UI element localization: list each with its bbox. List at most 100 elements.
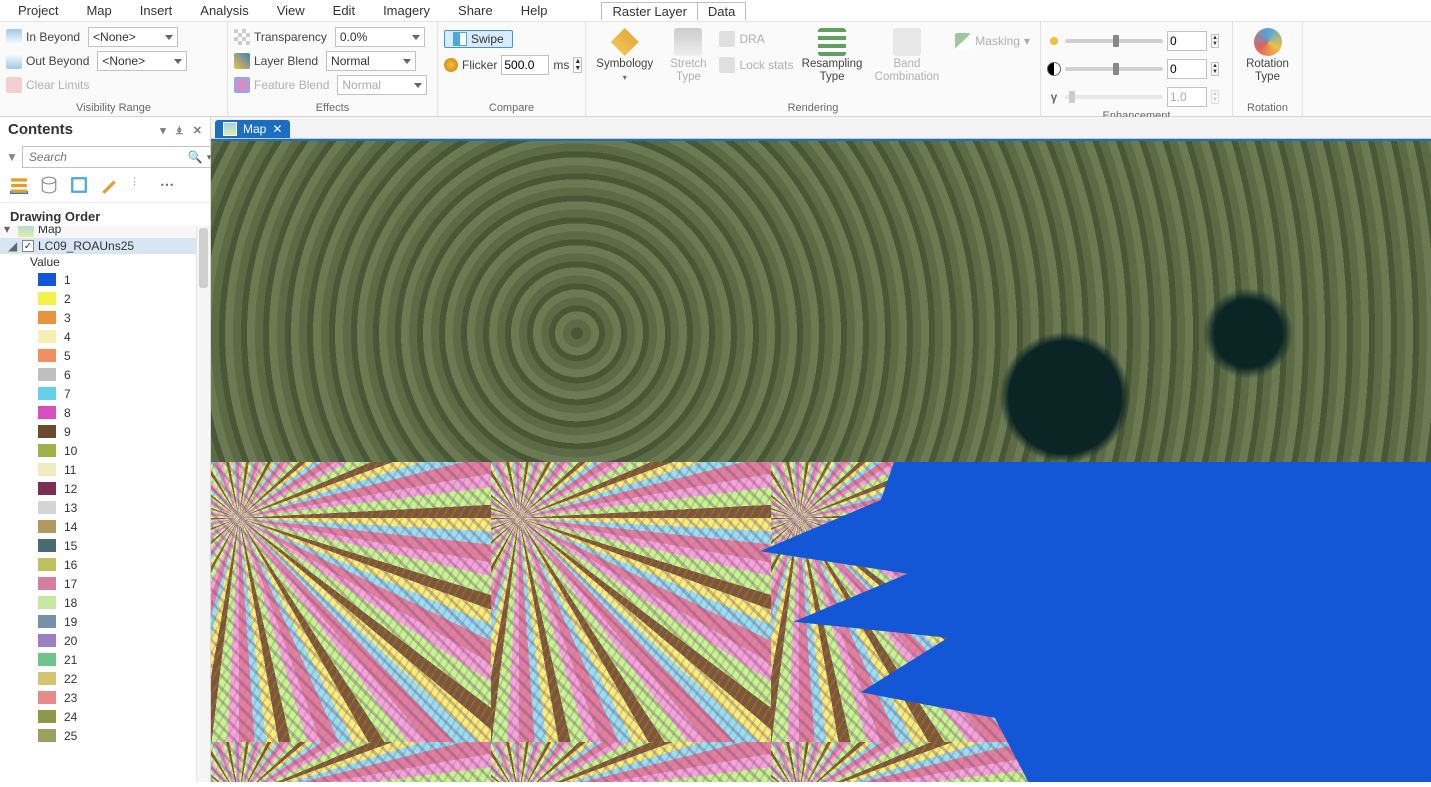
menu-view[interactable]: View [263, 1, 319, 20]
legend-swatch [38, 406, 56, 419]
legend-item[interactable]: 21 [0, 650, 210, 669]
layer-name-label: LC09_ROAUns25 [38, 239, 134, 253]
contrast-slider[interactable] [1065, 67, 1163, 71]
legend-item[interactable]: 19 [0, 612, 210, 631]
collapse-icon[interactable]: ◢ [8, 239, 18, 253]
layer-visibility-checkbox[interactable]: ✓ [22, 240, 34, 252]
context-tab-raster-layer[interactable]: Raster Layer [601, 2, 697, 20]
value-heading: Value [0, 254, 210, 270]
in-beyond-combo[interactable]: <None> [88, 27, 178, 47]
masking-button[interactable]: Masking [975, 34, 1020, 48]
legend-value-label: 23 [64, 691, 77, 705]
menu-project[interactable]: Project [4, 1, 72, 20]
legend-item[interactable]: 25 [0, 726, 210, 745]
symbology-button[interactable]: Symbology ▾ [592, 26, 657, 84]
band-combination-button[interactable]: Band Combination [871, 26, 944, 85]
legend-value-label: 22 [64, 672, 77, 686]
menu-analysis[interactable]: Analysis [186, 1, 262, 20]
swipe-button[interactable]: Swipe [444, 30, 513, 48]
legend-item[interactable]: 20 [0, 631, 210, 650]
legend-value-label: 2 [64, 292, 71, 306]
in-beyond-icon [6, 29, 22, 45]
search-icon[interactable]: 🔍 [188, 150, 203, 164]
legend-item[interactable]: 17 [0, 574, 210, 593]
dra-button[interactable]: DRA [739, 32, 764, 46]
legend-item[interactable]: 10 [0, 441, 210, 460]
flicker-unit: ms [553, 58, 569, 72]
list-by-editing-icon[interactable] [100, 176, 118, 194]
legend-item[interactable]: 2 [0, 289, 210, 308]
menu-map[interactable]: Map [72, 1, 125, 20]
more-options-icon[interactable]: ⋯ [160, 176, 178, 194]
context-tab-data[interactable]: Data [698, 2, 746, 20]
transparency-combo[interactable]: 0.0% [335, 27, 425, 47]
search-input-wrapper: 🔍 ▾ [22, 146, 216, 168]
stretch-type-button[interactable]: Stretch Type [661, 26, 715, 85]
layer-tree: ▾ Map ◢ ✓ LC09_ROAUns25 Value 1234567891… [0, 226, 210, 782]
map-view-tab[interactable]: Map ✕ [215, 120, 290, 138]
contrast-value[interactable] [1167, 59, 1207, 79]
legend-item[interactable]: 6 [0, 365, 210, 384]
menu-edit[interactable]: Edit [319, 1, 369, 20]
lock-stats-button[interactable]: Lock stats [739, 58, 793, 72]
group-label-rendering: Rendering [592, 100, 1034, 116]
rotation-type-button[interactable]: Rotation Type [1240, 26, 1295, 85]
legend-item[interactable]: 1 [0, 270, 210, 289]
legend-item[interactable]: 4 [0, 327, 210, 346]
pin-icon[interactable]: ⍎ [176, 125, 183, 137]
list-by-source-icon[interactable] [40, 176, 58, 194]
menu-help[interactable]: Help [507, 1, 562, 20]
contents-pane: Contents ▾ ⍎ ✕ ▼ 🔍 ▾ [0, 117, 211, 782]
tree-scrollbar[interactable] [196, 226, 210, 782]
layer-blend-label: Layer Blend [254, 54, 318, 68]
legend-item[interactable]: 9 [0, 422, 210, 441]
spinner-icon[interactable]: ▲▼ [1211, 62, 1219, 76]
chevron-down-icon[interactable]: ▾ [160, 125, 166, 137]
legend-item[interactable]: 13 [0, 498, 210, 517]
menu-share[interactable]: Share [444, 1, 507, 20]
list-by-drawing-order-icon[interactable] [10, 176, 28, 194]
legend-item[interactable]: 7 [0, 384, 210, 403]
collapse-icon[interactable]: ▾ [4, 226, 14, 236]
map-canvas[interactable] [211, 139, 1431, 782]
flicker-value-input[interactable] [501, 55, 549, 75]
ribbon-group-enhancement: ▲▼ ▲▼ γ ▲▼ Enhancement [1041, 22, 1233, 116]
ribbon: In Beyond <None> Out Beyond <None> Clear… [0, 22, 1431, 117]
legend-item[interactable]: 15 [0, 536, 210, 555]
legend-item[interactable]: 11 [0, 460, 210, 479]
layer-item[interactable]: ◢ ✓ LC09_ROAUns25 [0, 238, 210, 254]
close-tab-icon[interactable]: ✕ [272, 122, 282, 136]
menu-insert[interactable]: Insert [126, 1, 187, 20]
legend-value-label: 25 [64, 729, 77, 743]
search-input[interactable] [27, 149, 188, 165]
gamma-slider[interactable] [1065, 95, 1163, 99]
legend-item[interactable]: 12 [0, 479, 210, 498]
legend-item[interactable]: 22 [0, 669, 210, 688]
legend-item[interactable]: 18 [0, 593, 210, 612]
legend-item[interactable]: 3 [0, 308, 210, 327]
gamma-icon: γ [1047, 90, 1061, 104]
view-container: Map ✕ [211, 117, 1431, 782]
clear-limits-button[interactable]: Clear Limits [26, 78, 89, 92]
layer-blend-combo[interactable]: Normal [326, 51, 416, 71]
legend-item[interactable]: 24 [0, 707, 210, 726]
map-frame-item[interactable]: ▾ Map [0, 226, 210, 238]
legend-item[interactable]: 5 [0, 346, 210, 365]
legend-item[interactable]: 23 [0, 688, 210, 707]
resampling-type-button[interactable]: Resampling Type [798, 26, 867, 85]
spinner-icon[interactable]: ▲▼ [1211, 34, 1219, 48]
flicker-spinner[interactable]: ▲▼ [573, 57, 582, 73]
legend-item[interactable]: 16 [0, 555, 210, 574]
flicker-icon [444, 58, 458, 72]
list-by-selection-icon[interactable] [70, 176, 88, 194]
brightness-value[interactable] [1167, 31, 1207, 51]
out-beyond-combo[interactable]: <None> [97, 51, 187, 71]
resampling-icon [818, 28, 846, 56]
legend-item[interactable]: 8 [0, 403, 210, 422]
close-icon[interactable]: ✕ [193, 125, 202, 137]
filter-icon[interactable]: ▼ [6, 150, 18, 164]
menu-imagery[interactable]: Imagery [369, 1, 444, 20]
legend-item[interactable]: 14 [0, 517, 210, 536]
list-by-snapping-icon[interactable]: ⋮ [130, 176, 148, 194]
brightness-slider[interactable] [1065, 39, 1163, 43]
